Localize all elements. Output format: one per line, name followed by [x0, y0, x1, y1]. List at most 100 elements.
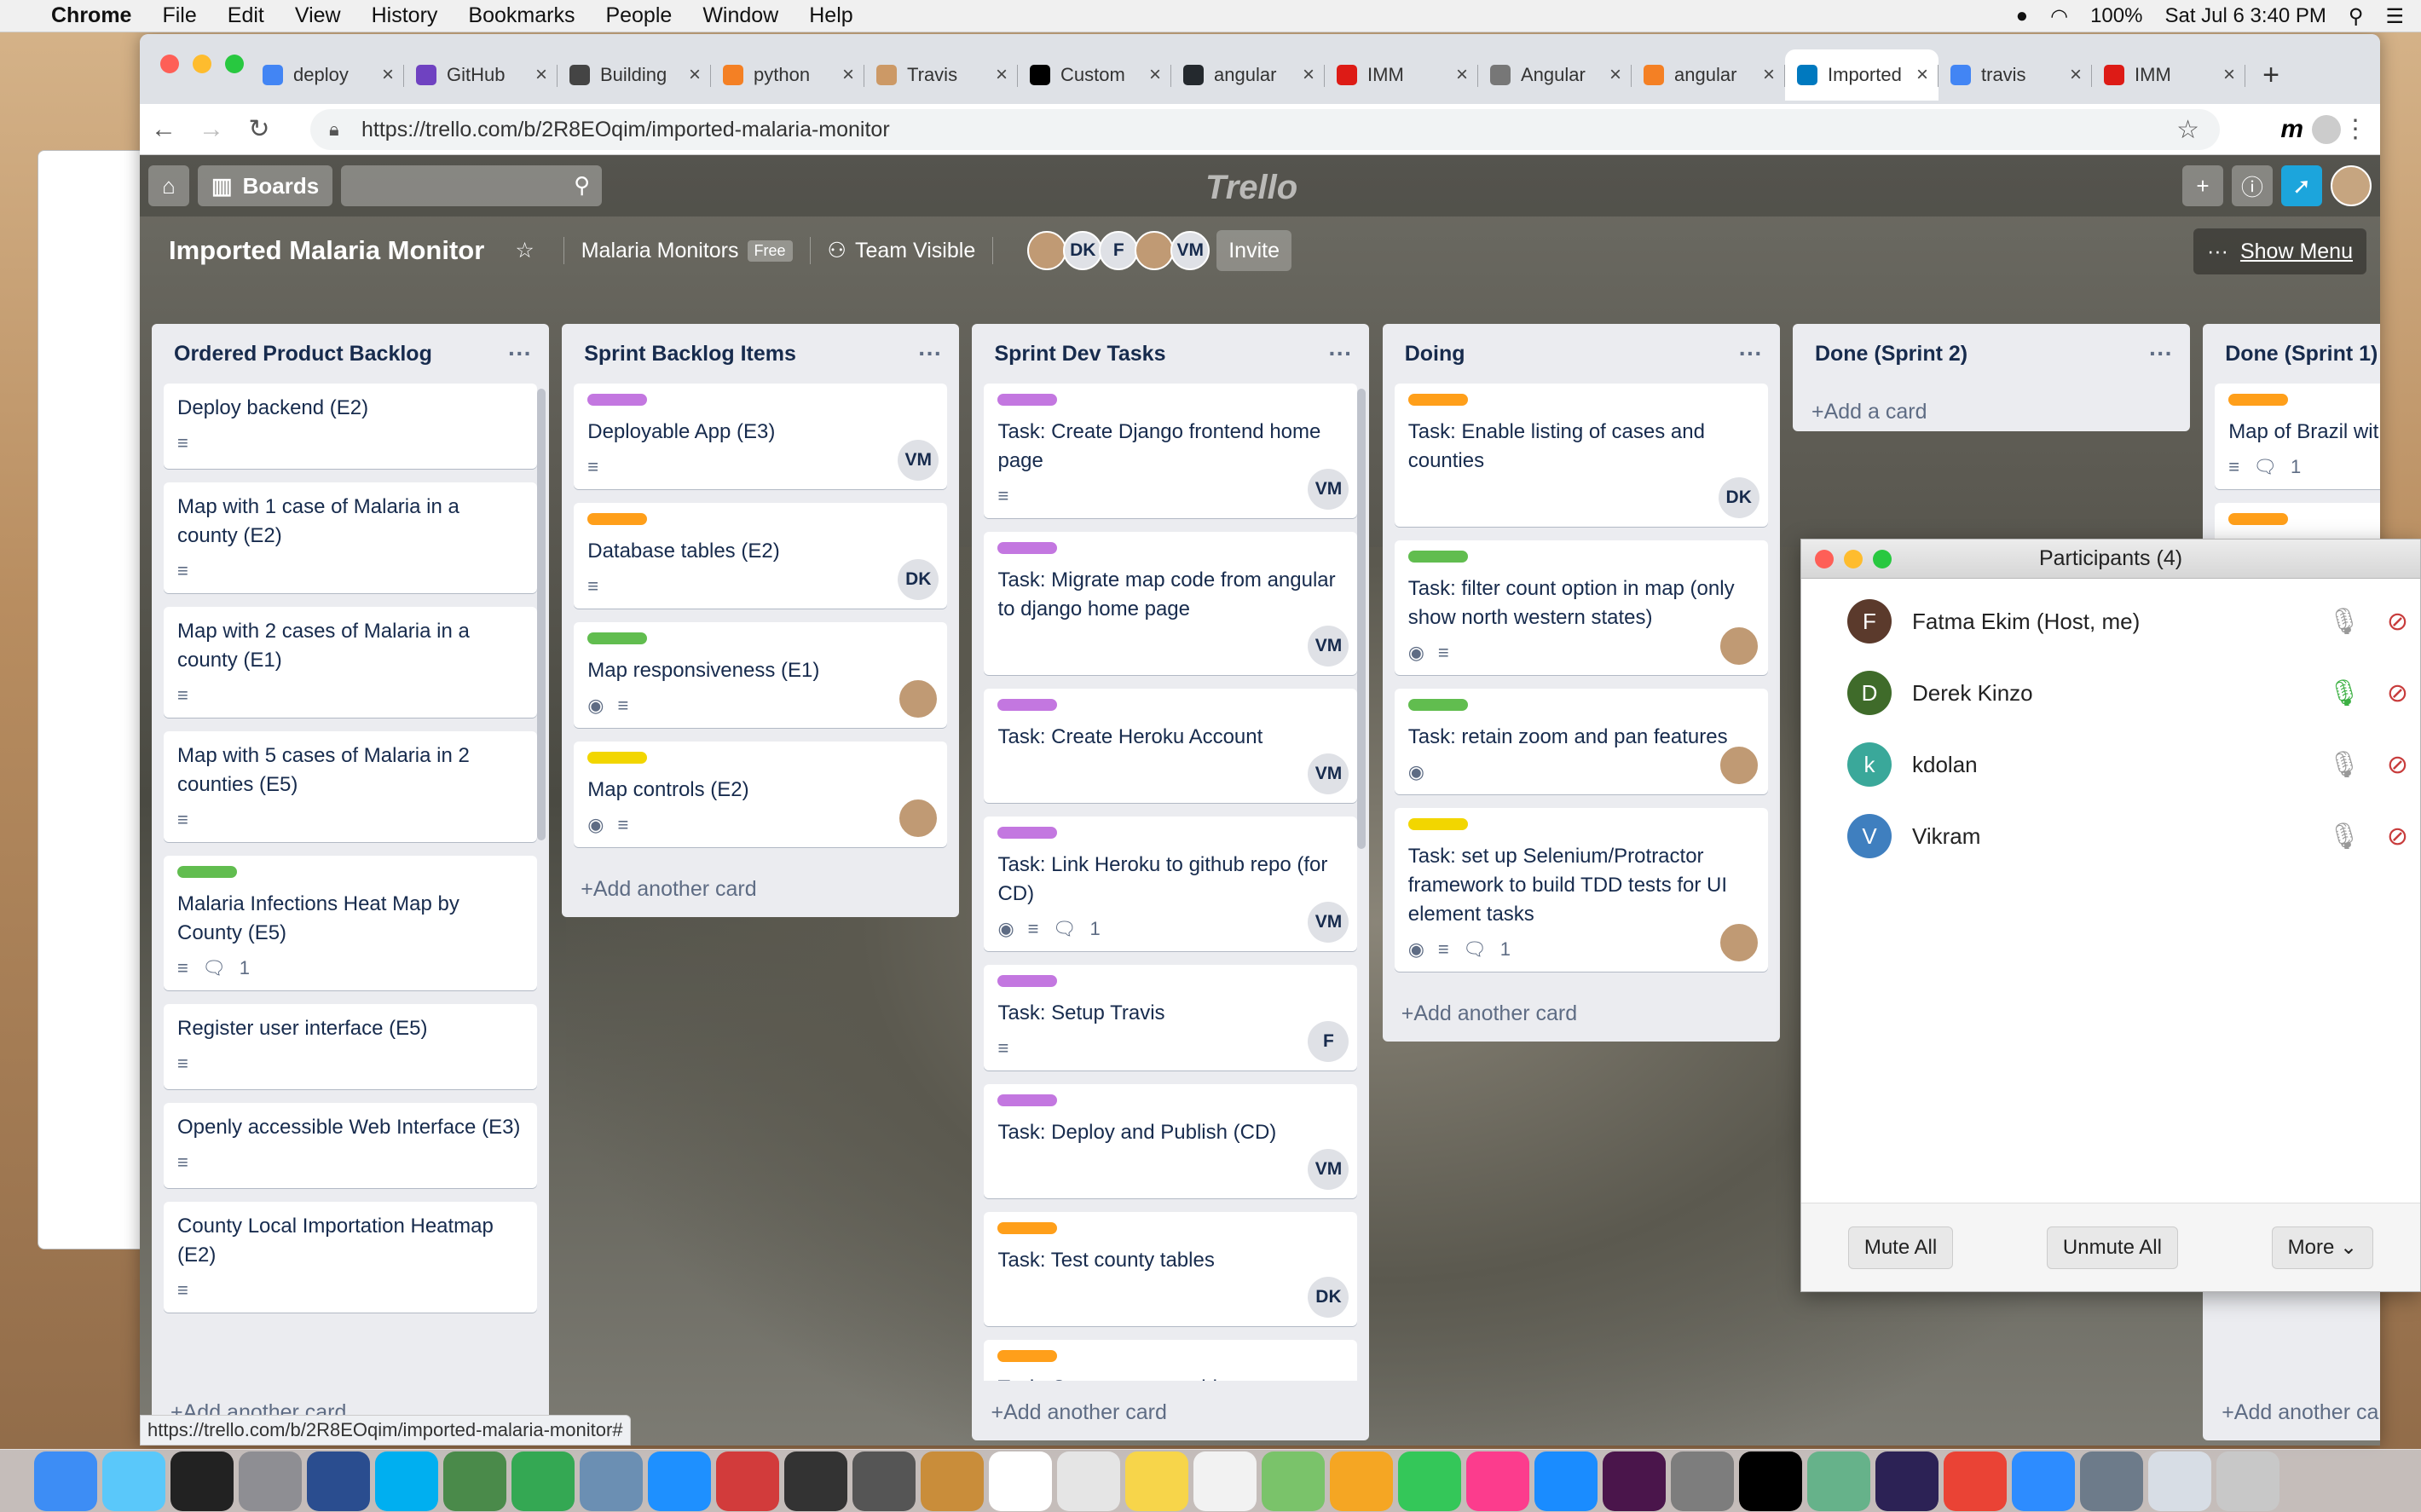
atom-icon[interactable] [1807, 1451, 1870, 1511]
participant-row[interactable]: k kdolan 🎙︎ ⊘ [1801, 729, 2420, 800]
member-avatar[interactable] [1718, 922, 1759, 963]
app-store-icon[interactable] [1534, 1451, 1598, 1511]
facetime-icon[interactable] [1398, 1451, 1461, 1511]
video-off-icon[interactable]: ⊘ [2387, 607, 2408, 637]
card[interactable]: Openly accessible Web Interface (E3) ≡ [164, 1103, 537, 1188]
browser-tab[interactable]: GitHub × [404, 49, 558, 101]
messages-icon[interactable] [102, 1451, 165, 1511]
trello-logo[interactable]: Trello [1205, 169, 1297, 207]
add-card-button[interactable]: + Add another card [562, 861, 959, 917]
close-tab-icon[interactable]: × [1456, 63, 1468, 87]
participant-row[interactable]: F Fatma Ekim (Host, me) 🎙︎ ⊘ [1801, 586, 2420, 657]
trash-icon[interactable] [2216, 1451, 2279, 1511]
profile-avatar[interactable] [2312, 114, 2341, 144]
card[interactable]: Task: Test county tables DK [984, 1212, 1358, 1326]
participant-row[interactable]: D Derek Kinzo 🎙︎ ⊘ [1801, 657, 2420, 729]
video-off-icon[interactable]: ⊘ [2387, 822, 2408, 851]
member-avatar[interactable] [1718, 745, 1759, 786]
card[interactable]: Register user interface (E5) ≡ [164, 1004, 537, 1089]
itunes-icon[interactable] [1466, 1451, 1529, 1511]
user-avatar[interactable] [2331, 165, 2372, 206]
boards-button[interactable]: ▥ Boards [198, 165, 333, 206]
member-avatar[interactable]: VM [1308, 626, 1349, 667]
notes-icon[interactable] [1125, 1451, 1188, 1511]
browser-tab[interactable]: python × [711, 49, 864, 101]
network-icon[interactable] [443, 1451, 506, 1511]
list-title[interactable]: Done (Sprint 1) [2225, 342, 2378, 366]
card-label[interactable] [997, 394, 1058, 406]
search-input[interactable]: ⚲ [341, 165, 603, 206]
browser-tab[interactable]: Building × [558, 49, 711, 101]
card[interactable]: Task: Enable listing of cases and counti… [1394, 384, 1768, 527]
close-tab-icon[interactable]: × [1916, 63, 1928, 87]
member-avatar[interactable]: DK [1063, 231, 1103, 270]
textedit-icon[interactable] [1057, 1451, 1120, 1511]
team-button[interactable]: Malaria Monitors Free [581, 239, 793, 263]
add-card-button[interactable]: + Add another ca [2203, 1384, 2380, 1440]
list-header[interactable]: Ordered Product Backlog ··· [152, 324, 549, 384]
card[interactable]: Map responsiveness (E1) ◉ ≡ [574, 622, 948, 728]
notifications-button[interactable]: ➚ [2281, 165, 2322, 206]
browser-tab[interactable]: angular × [1632, 49, 1785, 101]
card[interactable]: Task: Deploy and Publish (CD) VM [984, 1084, 1358, 1198]
browser-tab[interactable]: Imported × [1785, 49, 1939, 101]
close-tab-icon[interactable]: × [689, 63, 701, 87]
menu-window[interactable]: Window [702, 3, 778, 28]
close-tab-icon[interactable]: × [1303, 63, 1315, 87]
add-card-button[interactable]: + Add another card [1383, 985, 1780, 1042]
card-label[interactable] [1407, 699, 1468, 711]
participant-row[interactable]: V Vikram 🎙︎ ⊘ [1801, 800, 2420, 872]
home-button[interactable]: ⌂ [148, 165, 189, 206]
card[interactable]: Task: retain zoom and pan features ◉ [1394, 689, 1768, 794]
card-label[interactable] [997, 975, 1058, 987]
close-tab-icon[interactable]: × [996, 63, 1008, 87]
member-avatar[interactable] [1135, 231, 1175, 270]
photos-icon[interactable] [1330, 1451, 1393, 1511]
close-window-button[interactable] [160, 55, 179, 73]
list-title[interactable]: Done (Sprint 2) [1815, 342, 1967, 366]
spotlight-icon[interactable]: ⚲ [2349, 4, 2364, 29]
card-label[interactable] [997, 827, 1058, 839]
menu-file[interactable]: File [162, 3, 196, 28]
card-label[interactable] [1407, 394, 1468, 406]
close-tab-icon[interactable]: × [535, 63, 547, 87]
card[interactable]: Map of Brazil wit boundaries (E2) ≡ 🗨︎ 1 [2215, 384, 2380, 489]
card[interactable]: Task: Migrate map code from angular to d… [984, 532, 1358, 675]
unmute-all-button[interactable]: Unmute All [2046, 1226, 2178, 1269]
member-avatar[interactable]: VM [1308, 753, 1349, 794]
minimize-window-button[interactable] [1844, 550, 1863, 568]
visibility-button[interactable]: ⚇ Team Visible [828, 238, 976, 263]
list-menu-icon[interactable]: ··· [1328, 340, 1352, 367]
zoom-window-button[interactable] [225, 55, 244, 73]
show-menu-button[interactable]: ··· Show Menu [2193, 228, 2366, 274]
card[interactable]: Malaria Infections Heat Map by County (E… [164, 856, 537, 990]
member-avatar[interactable]: VM [1308, 1149, 1349, 1190]
menu-history[interactable]: History [372, 3, 438, 28]
member-avatar[interactable] [898, 798, 939, 839]
more-button[interactable]: More ⌄ [2271, 1226, 2374, 1269]
browser-tab[interactable]: IMM × [2092, 49, 2245, 101]
member-avatar[interactable]: DK [1308, 1277, 1349, 1318]
new-tab-button[interactable]: + [2245, 49, 2297, 101]
slack-icon[interactable] [1603, 1451, 1666, 1511]
member-avatar[interactable] [898, 678, 939, 719]
terminal-icon[interactable] [170, 1451, 234, 1511]
list-scrollbar[interactable] [537, 389, 546, 840]
zoom-icon[interactable] [2012, 1451, 2075, 1511]
skype-icon[interactable] [375, 1451, 438, 1511]
star-board-button[interactable]: ☆ [503, 230, 546, 271]
browser-tab[interactable]: Custom × [1018, 49, 1171, 101]
list-menu-icon[interactable]: ··· [1739, 340, 1763, 367]
back-icon[interactable]: ← [140, 115, 188, 144]
calendar-icon[interactable] [989, 1451, 1052, 1511]
card-label[interactable] [997, 542, 1058, 554]
card[interactable]: Task: Setup Travis ≡ F [984, 965, 1358, 1071]
menu-app-name[interactable]: Chrome [51, 3, 131, 28]
microphone-icon[interactable]: 🎙︎ [2328, 607, 2360, 637]
list-header[interactable]: Doing ··· [1383, 324, 1780, 384]
create-button[interactable]: + [2182, 165, 2223, 206]
card-label[interactable] [1407, 551, 1468, 563]
browser-tab[interactable]: deploy × [251, 49, 404, 101]
card[interactable]: Task: set up Selenium/Protractor framewo… [1394, 808, 1768, 972]
member-avatar[interactable] [1027, 231, 1067, 270]
